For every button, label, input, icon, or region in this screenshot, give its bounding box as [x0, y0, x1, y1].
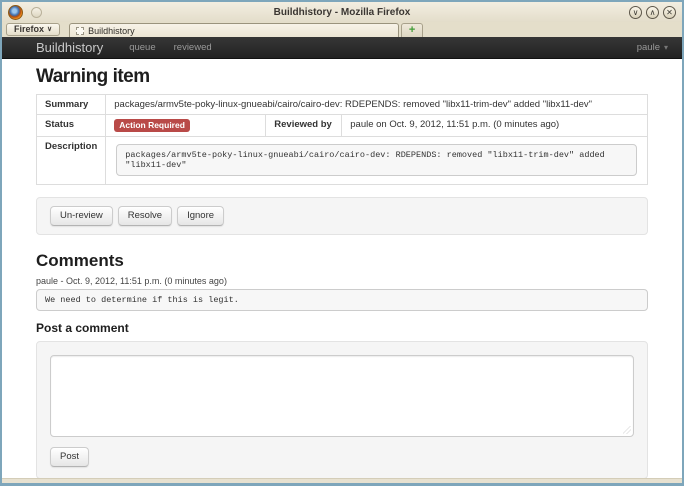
comment-textarea[interactable]: [50, 355, 634, 437]
maximize-icon[interactable]: ∧: [646, 6, 659, 19]
tab-favicon-icon: [76, 27, 84, 35]
status-badge: Action Required: [114, 119, 190, 132]
summary-row: Summary packages/armv5te-poky-linux-gnue…: [37, 95, 648, 115]
site-navbar: Buildhistory queue reviewed paule ▾: [2, 37, 682, 59]
reviewed-by-value: paule on Oct. 9, 2012, 11:51 p.m. (0 min…: [342, 115, 648, 137]
summary-label: Summary: [37, 95, 106, 115]
nav-link-queue[interactable]: queue: [129, 42, 155, 53]
caret-down-icon: ▾: [664, 43, 668, 52]
tab-bar: Firefox ∨ Buildhistory +: [2, 22, 682, 37]
minimize-icon[interactable]: ∨: [629, 6, 642, 19]
close-icon[interactable]: ✕: [663, 6, 676, 19]
plus-icon: +: [409, 24, 415, 36]
description-label: Description: [37, 137, 106, 185]
description-value: packages/armv5te-poky-linux-gnueabi/cair…: [116, 144, 637, 176]
tab-buildhistory[interactable]: Buildhistory: [69, 23, 399, 37]
post-button[interactable]: Post: [50, 447, 89, 467]
status-row: Status Action Required Reviewed by paule…: [37, 115, 648, 137]
user-name: paule: [637, 42, 660, 53]
resolve-button[interactable]: Resolve: [118, 206, 172, 226]
user-dropdown[interactable]: paule ▾: [637, 42, 668, 53]
status-label: Status: [37, 115, 106, 137]
description-row: Description packages/armv5te-poky-linux-…: [37, 137, 648, 185]
description-cell: packages/armv5te-poky-linux-gnueabi/cair…: [106, 137, 648, 185]
page-viewport: Buildhistory queue reviewed paule ▾ Warn…: [2, 37, 682, 483]
firefox-menu-label: Firefox: [14, 24, 44, 35]
ignore-button[interactable]: Ignore: [177, 206, 224, 226]
un-review-button[interactable]: Un-review: [50, 206, 113, 226]
browser-window: Buildhistory - Mozilla Firefox ∨ ∧ ✕ Fir…: [0, 0, 684, 486]
post-comment-heading: Post a comment: [36, 321, 648, 335]
summary-value: packages/armv5te-poky-linux-gnueabi/cair…: [106, 95, 648, 115]
nav-link-reviewed[interactable]: reviewed: [174, 42, 212, 53]
window-title: Buildhistory - Mozilla Firefox: [2, 7, 682, 18]
details-table: Summary packages/armv5te-poky-linux-gnue…: [36, 94, 648, 185]
tab-title: Buildhistory: [88, 26, 135, 36]
page-title: Warning item: [36, 66, 648, 88]
main-content: Warning item Summary packages/armv5te-po…: [2, 59, 682, 478]
window-statusbar: [2, 478, 682, 483]
status-badge-cell: Action Required: [106, 115, 266, 137]
actions-well: Un-review Resolve Ignore: [36, 197, 648, 235]
comment-item: paule - Oct. 9, 2012, 11:51 p.m. (0 minu…: [36, 276, 648, 311]
comment-text: We need to determine if this is legit.: [36, 289, 648, 311]
resize-grip-icon[interactable]: [623, 426, 631, 434]
comments-heading: Comments: [36, 251, 648, 271]
firefox-menu-button[interactable]: Firefox ∨: [6, 23, 60, 36]
reviewed-by-label: Reviewed by: [266, 115, 342, 137]
window-titlebar: Buildhistory - Mozilla Firefox ∨ ∧ ✕: [2, 2, 682, 22]
comment-meta: paule - Oct. 9, 2012, 11:51 p.m. (0 minu…: [36, 276, 648, 286]
post-comment-well: Post: [36, 341, 648, 478]
chevron-down-icon: ∨: [47, 24, 52, 35]
navbar-brand[interactable]: Buildhistory: [36, 40, 103, 55]
window-controls: ∨ ∧ ✕: [629, 6, 676, 19]
comment-textarea-wrap: [50, 355, 634, 437]
new-tab-button[interactable]: +: [401, 23, 423, 37]
